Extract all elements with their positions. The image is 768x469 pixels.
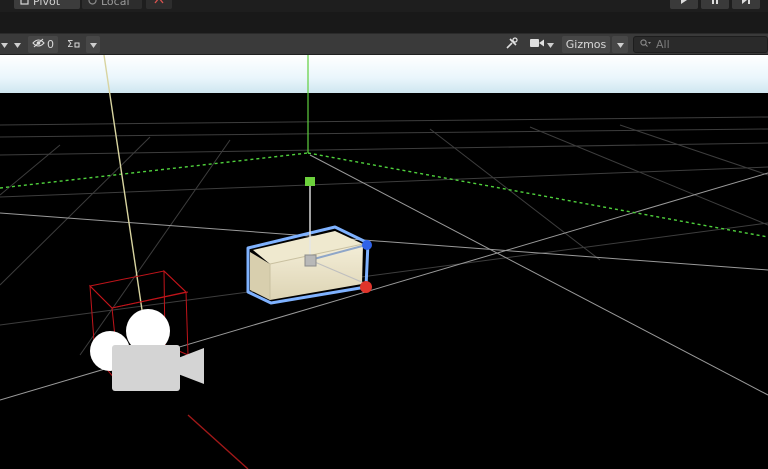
pivot-icon [20, 0, 29, 8]
pivot-toggle[interactable]: Pivot [14, 0, 80, 9]
pivot-label: Pivot [33, 0, 61, 8]
search-placeholder: All [656, 38, 670, 51]
chevron-down-icon [0, 38, 8, 51]
camera-settings-button[interactable] [526, 36, 558, 53]
scene-search-input[interactable]: All [633, 36, 768, 53]
scene-visibility-toggle[interactable]: 0 [28, 36, 58, 53]
gizmo-center-handle [304, 254, 317, 267]
chevron-down-icon [89, 38, 97, 51]
scene-header-bar: Pivot Local [0, 0, 768, 12]
chevron-down-icon [547, 38, 554, 51]
play-icon [680, 0, 688, 7]
chevron-down-icon [13, 38, 21, 51]
svg-text:Σ: Σ [67, 39, 73, 49]
gizmo-x-handle [360, 281, 372, 293]
scene-viewport[interactable] [0, 55, 768, 469]
effects-icon: Σ [67, 37, 80, 52]
render-mode-dropdown[interactable] [10, 36, 24, 53]
snap-icon [154, 0, 164, 8]
step-icon [741, 0, 751, 7]
step-button[interactable] [732, 0, 760, 9]
local-icon [88, 0, 97, 8]
chevron-down-icon [616, 38, 624, 51]
skybox-horizon [0, 55, 768, 93]
grid-snap-button[interactable] [146, 0, 172, 9]
pause-icon [711, 0, 719, 7]
pause-button[interactable] [701, 0, 729, 9]
video-camera-icon [530, 38, 544, 51]
gizmo-y-handle [305, 177, 315, 186]
play-button[interactable] [670, 0, 698, 9]
scene-toolbar: 0 Σ Gizmos All [0, 33, 768, 55]
gizmos-label: Gizmos [565, 38, 607, 51]
gizmos-dropdown[interactable] [612, 36, 628, 53]
gizmo-z-handle [362, 240, 372, 250]
eye-off-icon [32, 38, 45, 51]
draw-mode-dropdown[interactable] [0, 36, 8, 53]
local-label: Local [101, 0, 130, 8]
gizmos-button[interactable]: Gizmos [562, 36, 610, 53]
local-toggle[interactable]: Local [82, 0, 142, 9]
search-icon [640, 38, 651, 51]
wrench-icon [505, 36, 518, 53]
effects-dropdown[interactable] [86, 36, 100, 53]
tools-button[interactable] [500, 36, 522, 53]
tab-strip [0, 12, 768, 33]
hidden-count: 0 [47, 38, 54, 51]
effects-toggle[interactable]: Σ [62, 36, 84, 53]
